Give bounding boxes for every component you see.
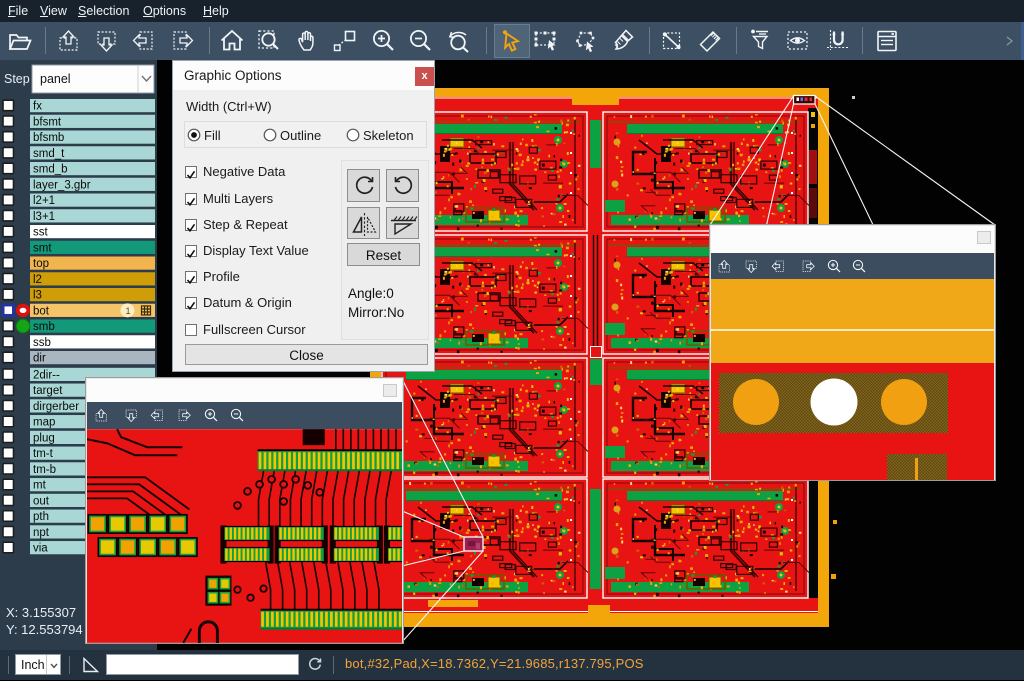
svg-text:fx: fx <box>33 101 42 113</box>
svg-text:2dir--: 2dir-- <box>33 369 60 381</box>
svg-text:map: map <box>33 417 55 429</box>
svg-text:layer_3.gbr: layer_3.gbr <box>33 179 91 191</box>
svg-text:smd_b: smd_b <box>33 164 68 176</box>
svg-text:ssb: ssb <box>33 337 51 349</box>
svg-text:tm-t: tm-t <box>33 448 54 460</box>
svg-text:via: via <box>33 543 48 555</box>
svg-text:X: 3.155307: X: 3.155307 <box>6 605 76 620</box>
svg-text:bfsmt: bfsmt <box>33 116 62 128</box>
svg-text:target: target <box>33 385 63 397</box>
svg-text:npt: npt <box>33 527 50 539</box>
svg-text:l3: l3 <box>33 290 42 302</box>
svg-text:dir: dir <box>33 353 46 365</box>
svg-text:smb: smb <box>33 321 55 333</box>
svg-text:l2+1: l2+1 <box>33 195 55 207</box>
svg-text:smd_t: smd_t <box>33 148 65 160</box>
svg-text:Step: Step <box>4 72 30 86</box>
svg-text:bot: bot <box>33 305 50 317</box>
svg-text:Y: 12.553794: Y: 12.553794 <box>6 622 83 637</box>
svg-text:tm-b: tm-b <box>33 464 56 476</box>
svg-text:sst: sst <box>33 227 49 239</box>
svg-text:dirgerber: dirgerber <box>33 401 79 413</box>
svg-text:bfsmb: bfsmb <box>33 132 64 144</box>
svg-text:mt: mt <box>33 480 47 492</box>
svg-text:panel: panel <box>40 72 71 86</box>
svg-text:l3+1: l3+1 <box>33 211 55 223</box>
svg-text:smt: smt <box>33 242 52 254</box>
svg-text:plug: plug <box>33 432 55 444</box>
svg-text:out: out <box>33 495 50 507</box>
svg-text:top: top <box>33 258 49 270</box>
svg-text:pth: pth <box>33 511 49 523</box>
svg-text:1: 1 <box>125 306 130 317</box>
svg-text:l2: l2 <box>33 274 42 286</box>
